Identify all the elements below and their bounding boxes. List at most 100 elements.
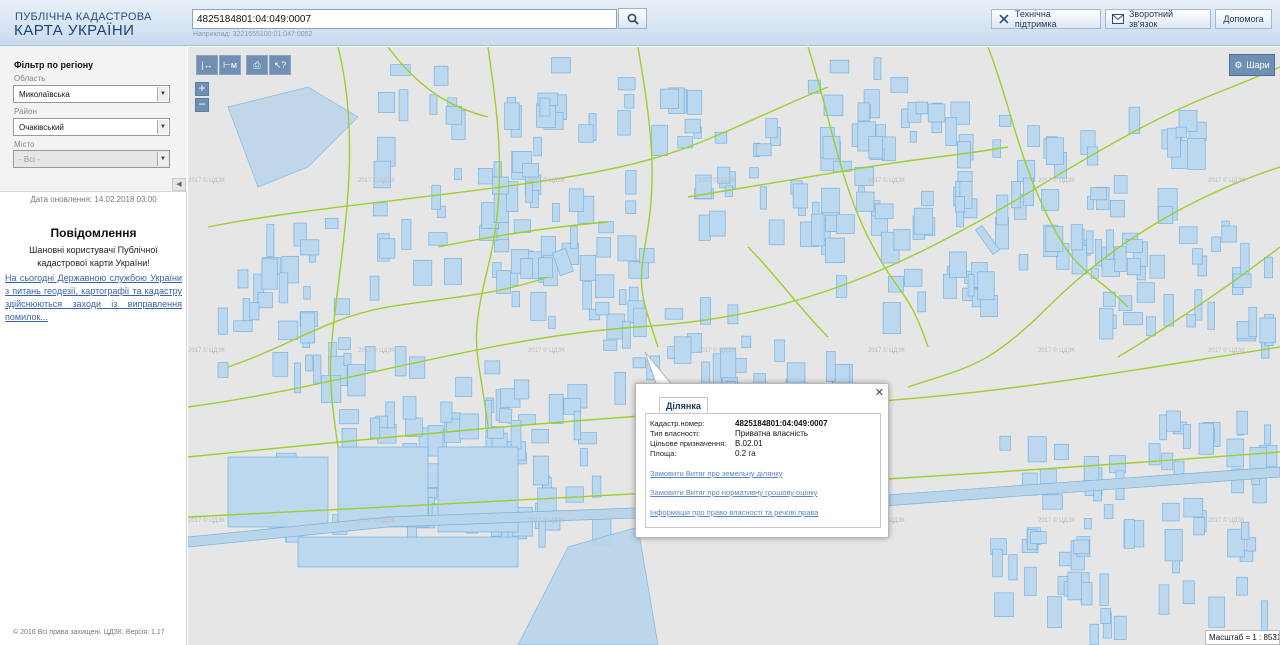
- help-label: Допомога: [1223, 14, 1264, 24]
- order-valuation-extract-link[interactable]: Замовити Витяг про нормативну грошову оц…: [650, 488, 817, 497]
- parcel: [625, 170, 637, 195]
- parcel: [786, 362, 806, 385]
- zoom-in-button[interactable]: +: [195, 82, 209, 96]
- parcel: [1172, 559, 1180, 574]
- parcel: [1067, 571, 1082, 601]
- parcel: [1059, 551, 1073, 567]
- feedback-button[interactable]: Зворотний зв'язок: [1105, 9, 1211, 29]
- parcel: [504, 102, 520, 130]
- parcel: [1193, 517, 1205, 536]
- parcel: [825, 237, 845, 264]
- map-watermark: 2017 © ЦДЗК: [358, 177, 395, 184]
- parcel: [1249, 447, 1267, 472]
- parcel: [913, 207, 933, 235]
- parcel: [1163, 294, 1174, 327]
- parcel: [1208, 596, 1226, 628]
- identify-button[interactable]: ↖?: [269, 55, 291, 75]
- parcel: [624, 94, 635, 109]
- measure-distance-button[interactable]: |↔: [196, 55, 218, 75]
- parcel: [530, 291, 547, 321]
- parcel: [548, 393, 564, 424]
- parcel: [513, 379, 530, 400]
- parcel: [1183, 497, 1204, 518]
- parcel: [525, 181, 533, 203]
- collapse-sidebar-button[interactable]: ◀: [172, 178, 186, 191]
- row-area-label: Площа:: [650, 449, 677, 458]
- district-select[interactable]: Очаківський ▼: [13, 118, 170, 136]
- tech-support-button[interactable]: Технічна підтримка: [991, 9, 1101, 29]
- parcel: [614, 372, 626, 405]
- feedback-label: Зворотний зв'язок: [1128, 9, 1174, 29]
- parcel: [531, 428, 549, 444]
- parcel: [370, 417, 381, 439]
- parcel: [429, 94, 438, 115]
- parcel: [266, 224, 275, 257]
- parcel: [684, 118, 701, 134]
- city-select[interactable]: - Всі - ▼: [13, 150, 170, 168]
- parcel: [313, 354, 322, 384]
- parcel: [300, 312, 316, 344]
- map-watermark: 2017 © ЦДЗК: [1038, 517, 1075, 524]
- parcel: [337, 446, 429, 528]
- parcel: [1086, 230, 1094, 254]
- parcel: [413, 260, 433, 286]
- measure-area-button[interactable]: ⊢м: [219, 55, 241, 75]
- gear-icon: ⚙: [1234, 59, 1243, 70]
- parcel: [709, 210, 726, 237]
- parcel: [1103, 504, 1114, 519]
- parcel: [433, 65, 449, 86]
- region-select-value: Миколаївська: [19, 90, 70, 99]
- parcel: [749, 167, 759, 179]
- parcel: [1211, 236, 1221, 252]
- notice-title: Повідомлення: [50, 226, 137, 240]
- city-label: Місто: [14, 140, 35, 149]
- parcel: [1011, 181, 1021, 209]
- parcel: [792, 183, 808, 209]
- parcel: [1226, 438, 1244, 468]
- parcel: [579, 448, 588, 467]
- parcel: [484, 360, 501, 375]
- parcel: [347, 364, 366, 397]
- parcel: [570, 225, 578, 250]
- parcel: [954, 196, 965, 213]
- help-button[interactable]: Допомога: [1215, 9, 1272, 29]
- parcel: [1248, 306, 1258, 337]
- parcel: [639, 248, 655, 264]
- parcel: [538, 257, 553, 278]
- close-icon[interactable]: ✕: [875, 386, 884, 399]
- parcel: [999, 435, 1012, 451]
- region-select[interactable]: Миколаївська ▼: [13, 85, 170, 103]
- ownership-info-link[interactable]: Інформація про право власності та речові…: [650, 508, 819, 517]
- parcel: [1207, 301, 1215, 330]
- map-watermark: 2017 © ЦДЗК: [868, 177, 905, 184]
- parcel: [1090, 187, 1108, 201]
- parcel: [651, 124, 668, 156]
- parcel: [874, 203, 894, 220]
- print-button[interactable]: ⎙: [246, 55, 268, 75]
- layers-button[interactable]: ⚙ Шари: [1229, 54, 1275, 76]
- parcel: [257, 292, 273, 309]
- search-button[interactable]: [618, 8, 647, 29]
- parcel: [582, 280, 592, 310]
- parcel: [339, 409, 360, 425]
- search-icon: [627, 13, 639, 25]
- parcel: [394, 346, 407, 377]
- notice-link[interactable]: На сьогодні Державною службою України з …: [5, 272, 182, 324]
- parcel: [741, 335, 752, 348]
- tab-parcel[interactable]: Ділянка: [659, 397, 708, 414]
- parcel: [1070, 224, 1084, 251]
- cadastral-search-input[interactable]: [192, 9, 617, 29]
- map-canvas[interactable]: 2017 © ЦДЗК 2017 © ЦДЗК 2017 © ЦДЗК 2017 © …: [188, 47, 1280, 645]
- parcel: [1054, 443, 1069, 460]
- cadastral-map[interactable]: 2017 © ЦДЗК 2017 © ЦДЗК 2017 © ЦДЗК 2017 © …: [188, 47, 1280, 645]
- parcel: [1236, 410, 1248, 435]
- order-parcel-extract-link[interactable]: Замовити Витяг про земельну ділянку: [650, 469, 783, 478]
- parcel: [261, 258, 278, 290]
- parcel: [579, 254, 597, 281]
- district-label: Район: [14, 107, 37, 116]
- map-watermark: 2017 © ЦДЗК: [1208, 347, 1245, 354]
- zoom-out-button[interactable]: −: [195, 98, 209, 112]
- row-ownership-value: Приватна власність: [735, 429, 809, 438]
- parcel: [1027, 125, 1040, 148]
- parcel: [1175, 126, 1187, 138]
